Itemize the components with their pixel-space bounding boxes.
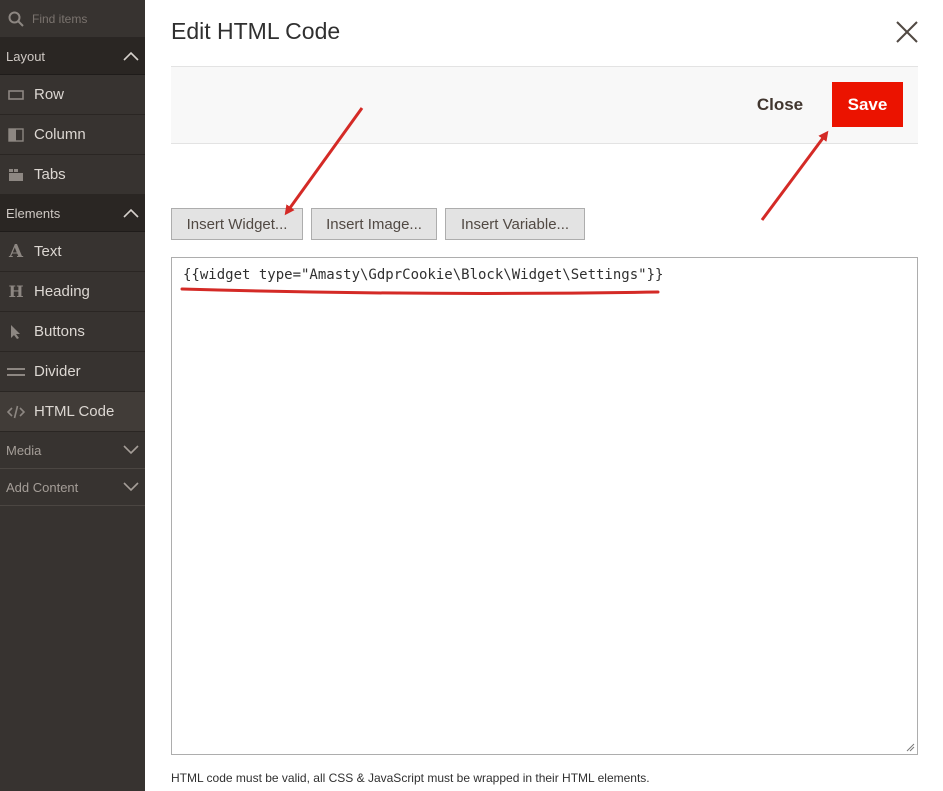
annotation-arrow	[760, 130, 829, 221]
chevron-up-icon	[123, 208, 139, 218]
insert-widget-button[interactable]: Insert Widget...	[171, 208, 303, 240]
tabs-icon	[6, 168, 26, 182]
section-layout[interactable]: Layout	[0, 38, 145, 75]
section-elements-label: Elements	[6, 205, 61, 221]
modal-title: Edit HTML Code	[171, 18, 341, 44]
sidebar-panel: Find items Layout Row Column Tabs Elemen…	[0, 0, 145, 791]
text-icon: A	[9, 241, 23, 262]
helper-note: HTML code must be valid, all CSS & JavaS…	[171, 771, 650, 785]
insert-variable-button[interactable]: Insert Variable...	[445, 208, 585, 240]
sidebar-item-label: Tabs	[34, 166, 66, 183]
section-layout-label: Layout	[6, 48, 46, 64]
resize-handle-icon[interactable]	[906, 743, 915, 752]
sidebar-item-divider[interactable]: Divider	[0, 352, 145, 392]
sidebar-item-text[interactable]: A Text	[0, 232, 145, 272]
divider-icon	[6, 367, 26, 377]
sidebar-item-buttons[interactable]: Buttons	[0, 312, 145, 352]
heading-icon: H	[8, 282, 24, 301]
html-code-textarea[interactable]: {{widget type="Amasty\GdprCookie\Block\W…	[171, 257, 918, 755]
save-button[interactable]: Save	[832, 82, 903, 127]
chevron-down-icon	[123, 482, 139, 492]
cursor-icon	[6, 324, 26, 340]
close-icon[interactable]	[893, 18, 921, 46]
sidebar-item-label: Text	[34, 243, 62, 260]
close-button[interactable]: Close	[738, 82, 822, 127]
search-box[interactable]: Find items	[0, 0, 145, 38]
sidebar-item-row[interactable]: Row	[0, 75, 145, 115]
sidebar-item-column[interactable]: Column	[0, 115, 145, 155]
sidebar-item-label: HTML Code	[34, 403, 115, 420]
sidebar-item-label: Row	[34, 86, 65, 103]
sidebar-item-label: Buttons	[34, 323, 85, 340]
section-media[interactable]: Media	[0, 432, 145, 469]
code-content: {{widget type="Amasty\GdprCookie\Block\W…	[183, 267, 664, 283]
sidebar-item-label: Heading	[34, 283, 90, 300]
section-add-content[interactable]: Add Content	[0, 469, 145, 506]
column-icon	[6, 127, 26, 142]
sidebar-item-tabs[interactable]: Tabs	[0, 155, 145, 195]
sidebar-item-heading[interactable]: H Heading	[0, 272, 145, 312]
sidebar-item-label: Column	[34, 126, 86, 143]
chevron-up-icon	[123, 51, 139, 61]
section-add-content-label: Add Content	[6, 479, 79, 495]
search-placeholder: Find items	[32, 11, 88, 26]
search-icon	[8, 11, 24, 27]
sidebar-item-html-code[interactable]: HTML Code	[0, 392, 145, 432]
section-elements[interactable]: Elements	[0, 195, 145, 232]
insert-image-button[interactable]: Insert Image...	[311, 208, 437, 240]
section-media-label: Media	[6, 442, 42, 458]
code-icon	[6, 405, 26, 419]
sidebar-item-label: Divider	[34, 363, 81, 380]
chevron-down-icon	[123, 445, 139, 455]
row-icon	[6, 89, 26, 101]
